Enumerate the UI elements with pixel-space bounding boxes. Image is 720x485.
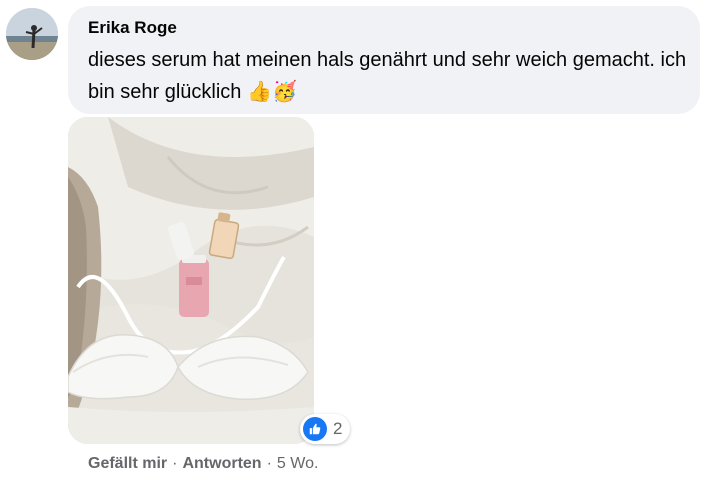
reaction-summary[interactable]: 2 — [300, 414, 351, 444]
comment-text: dieses serum hat meinen hals genährt und… — [88, 44, 688, 108]
comment-body: dieses serum hat meinen hals genährt und… — [88, 49, 687, 103]
comment-emojis: 👍🥳 — [247, 81, 298, 103]
separator: · — [172, 455, 178, 472]
thumbs-up-icon — [303, 417, 327, 441]
comment-photo[interactable] — [68, 117, 314, 444]
like-button[interactable]: Gefällt mir — [88, 455, 167, 473]
comment-author[interactable]: Erika Roge — [88, 18, 177, 38]
comment-actions: Gefällt mir · Antworten · 5 Wo. — [88, 455, 318, 473]
comment: Erika Roge dieses serum hat meinen hals … — [0, 0, 720, 485]
reply-button[interactable]: Antworten — [182, 455, 261, 473]
avatar[interactable] — [6, 8, 58, 60]
comment-bubble: Erika Roge dieses serum hat meinen hals … — [68, 6, 700, 114]
timestamp[interactable]: 5 Wo. — [277, 455, 319, 473]
separator: · — [266, 455, 272, 472]
reaction-count: 2 — [333, 419, 343, 438]
